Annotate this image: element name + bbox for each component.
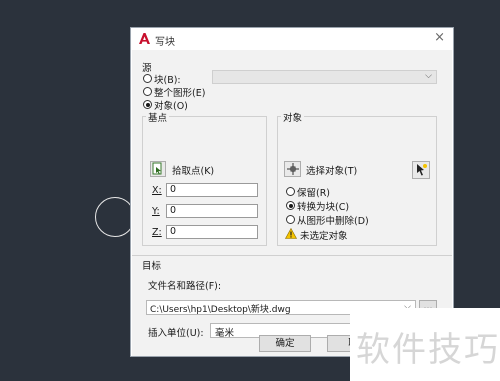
radio-block-label: 块(B):: [154, 75, 181, 86]
warning-icon: [285, 228, 297, 239]
select-objects-label: 选择对象(T): [306, 166, 358, 177]
pick-point-label: 拾取点(K): [172, 166, 215, 177]
destination-divider: [132, 255, 452, 256]
quick-select-icon: [417, 164, 427, 176]
y-input[interactable]: 0: [166, 204, 258, 218]
units-label: 插入单位(U):: [148, 328, 204, 339]
radio-delete-label: 从图形中删除(D): [297, 216, 369, 227]
autocad-logo-icon: [139, 33, 150, 44]
dialog-title: 写块: [155, 37, 175, 48]
y-label: Y:: [152, 206, 160, 217]
units-value: 毫米: [215, 328, 235, 339]
dialog-titlebar: 写块 ×: [131, 28, 453, 50]
radio-entire-label: 整个图形(E): [154, 88, 206, 99]
warning-text: 未选定对象: [300, 231, 348, 242]
chevron-down-icon: ⌵: [425, 71, 432, 81]
close-button[interactable]: ×: [434, 31, 445, 45]
radio-convert-label: 转换为块(C): [297, 202, 350, 213]
block-name-combo[interactable]: ⌵: [212, 70, 437, 84]
crosshair-icon: [287, 163, 299, 175]
radio-retain[interactable]: [286, 187, 295, 196]
radio-block[interactable]: [143, 74, 152, 83]
radio-retain-label: 保留(R): [297, 188, 331, 199]
x-input[interactable]: 0: [166, 183, 258, 197]
objects-title: 对象: [281, 110, 305, 124]
watermark-text: 软件技巧: [356, 330, 500, 370]
destination-title: 目标: [142, 261, 162, 272]
basepoint-title: 基点: [146, 110, 170, 124]
x-label: X:: [152, 185, 162, 196]
drawing-circle: [95, 197, 135, 237]
source-section-title: 源: [142, 63, 152, 74]
radio-objects[interactable]: [143, 100, 152, 109]
ok-button[interactable]: 确定: [259, 335, 311, 352]
filename-value: C:\Users\hp1\Desktop\新块.dwg: [150, 305, 291, 315]
radio-delete[interactable]: [286, 215, 295, 224]
pick-point-icon: [152, 162, 162, 175]
z-input[interactable]: 0: [166, 225, 258, 239]
filename-label: 文件名和路径(F):: [148, 281, 222, 292]
radio-entire-drawing[interactable]: [143, 87, 152, 96]
radio-convert[interactable]: [286, 201, 295, 210]
z-label: Z:: [152, 227, 162, 238]
